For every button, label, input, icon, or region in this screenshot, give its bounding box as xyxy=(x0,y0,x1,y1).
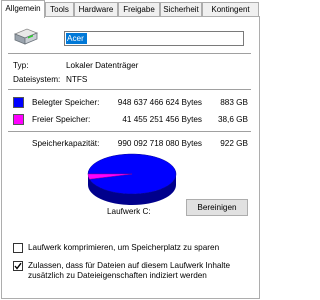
tab-hardware[interactable]: Hardware xyxy=(74,2,118,16)
free-space-bytes: 41 455 251 456 Bytes xyxy=(122,115,202,124)
index-label-line2: zusätzlich zu Dateieigenschaften indizie… xyxy=(28,271,207,280)
drive-name-input[interactable] xyxy=(65,32,245,45)
capacity-size: 922 GB xyxy=(220,139,248,148)
type-label: Typ: xyxy=(13,61,29,70)
used-space-label: Belegter Speicher: xyxy=(32,98,100,107)
tab-sicherheit[interactable]: Sicherheit xyxy=(160,2,202,16)
free-space-swatch xyxy=(13,114,24,125)
filesystem-value: NTFS xyxy=(66,75,88,84)
compress-checkbox[interactable] xyxy=(13,243,23,253)
used-space-swatch xyxy=(13,97,24,108)
divider xyxy=(8,89,251,90)
used-space-size: 883 GB xyxy=(220,98,248,107)
index-label-line1: Zulassen, dass für Dateien auf diesem La… xyxy=(28,261,231,270)
drive-letter-label: Laufwerk C: xyxy=(107,207,151,216)
drive-name-selection: Acer xyxy=(66,33,87,44)
divider xyxy=(8,131,251,132)
drive-name-text: Acer xyxy=(67,34,84,43)
tab-allgemein[interactable]: Allgemein xyxy=(1,0,45,18)
tab-freigabe[interactable]: Freigabe xyxy=(118,2,160,16)
tab-tools[interactable]: Tools xyxy=(45,2,74,16)
drive-name-field[interactable] xyxy=(64,31,245,46)
capacity-bytes: 990 092 718 080 Bytes xyxy=(117,139,202,148)
free-space-size: 38,6 GB xyxy=(217,115,248,124)
checkmark-icon xyxy=(14,262,22,270)
filesystem-label: Dateisystem: xyxy=(13,75,61,84)
tab-bar: Allgemein Tools Hardware Freigabe Sicher… xyxy=(0,0,261,18)
used-space-bytes: 948 637 466 624 Bytes xyxy=(117,98,202,107)
compress-label: Laufwerk komprimieren, um Speicherplatz … xyxy=(28,243,220,252)
capacity-label: Speicherkapazität: xyxy=(32,139,100,148)
type-value: Lokaler Datenträger xyxy=(66,61,139,70)
tab-kontingent[interactable]: Kontingent xyxy=(202,2,259,16)
disk-usage-pie-chart xyxy=(87,153,177,205)
index-checkbox[interactable] xyxy=(13,261,23,271)
hard-drive-icon xyxy=(13,28,39,45)
divider xyxy=(8,53,251,54)
cleanup-button[interactable]: Bereinigen xyxy=(186,199,248,216)
free-space-label: Freier Speicher: xyxy=(32,115,91,124)
